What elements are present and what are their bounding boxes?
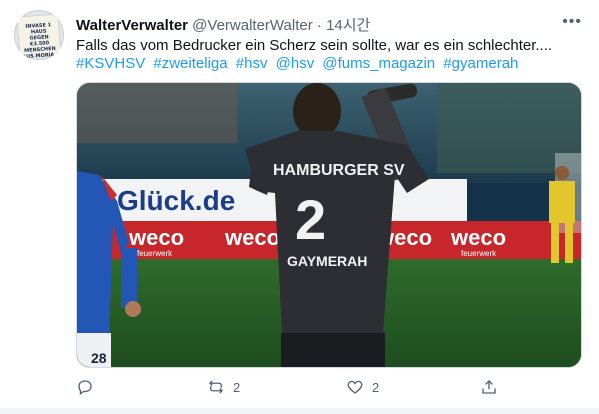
tweet-photo[interactable]: Glück.de weco feuerwerk weco weco weco f… — [76, 82, 582, 368]
hashtag-link[interactable]: #KSVHSV — [76, 55, 145, 72]
tweet-text: Falls das vom Bedrucker ein Scherz sein … — [76, 37, 553, 54]
tweet-header: WalterVerwalter @VerwalterWalter · 14시간 — [76, 14, 569, 34]
jersey-club-text: HAMBURGER SV — [273, 162, 405, 179]
banner-glueck-text: Glück.de — [117, 185, 235, 216]
heart-icon — [347, 380, 363, 394]
timestamp[interactable]: 14시간 — [326, 17, 370, 34]
banner-weco-text: weco — [128, 225, 184, 250]
jersey-name: GAYMERAH — [287, 253, 367, 269]
tweet-card[interactable]: INVASE 1 HAUS GEGEN €3.500 MENSCHEN AUS … — [0, 0, 599, 414]
user-handle[interactable]: @VerwalterWalter — [192, 17, 313, 34]
hashtag-link[interactable]: #zweiteliga — [153, 55, 227, 72]
avatar-sign: INVASE 1 HAUS GEGEN €3.500 MENSCHEN AUS … — [17, 14, 61, 60]
jersey-number: 2 — [295, 188, 326, 251]
more-options-icon[interactable]: ••• — [562, 13, 582, 31]
like-count: 2 — [372, 379, 380, 395]
display-name[interactable]: WalterVerwalter — [76, 17, 188, 34]
hashtag-list: #KSVHSV #zweiteliga #hsv @hsv @fums_maga… — [76, 54, 586, 74]
share-icon — [482, 380, 496, 394]
opponent-shorts-number: 28 — [91, 350, 107, 366]
hashtag-link[interactable]: #hsv — [236, 55, 268, 72]
reply-icon — [78, 380, 92, 396]
retweet-icon — [209, 380, 223, 394]
mention-link[interactable]: @hsv — [276, 55, 315, 72]
banner-weco-text: weco — [450, 225, 506, 250]
retweet-count: 2 — [233, 379, 241, 395]
like-button[interactable]: 2 — [346, 375, 379, 399]
banner-weco-text: weco — [224, 225, 280, 250]
banner-feuerwerk-text: feuerwerk — [137, 249, 173, 258]
tweet-actions: 2 2 — [76, 375, 581, 399]
reply-button[interactable] — [76, 375, 102, 399]
separator-dot: · — [316, 17, 322, 34]
photo-illustration: Glück.de weco feuerwerk weco weco weco f… — [77, 83, 581, 367]
banner-feuerwerk-text: feuerwerk — [461, 249, 497, 258]
avatar[interactable]: INVASE 1 HAUS GEGEN €3.500 MENSCHEN AUS … — [14, 10, 64, 60]
hashtag-link[interactable]: #gyamerah — [443, 55, 518, 72]
share-button[interactable] — [480, 375, 498, 399]
page-bottom-divider — [0, 408, 599, 414]
mention-link[interactable]: @fums_magazin — [322, 55, 435, 72]
retweet-button[interactable]: 2 — [207, 375, 240, 399]
